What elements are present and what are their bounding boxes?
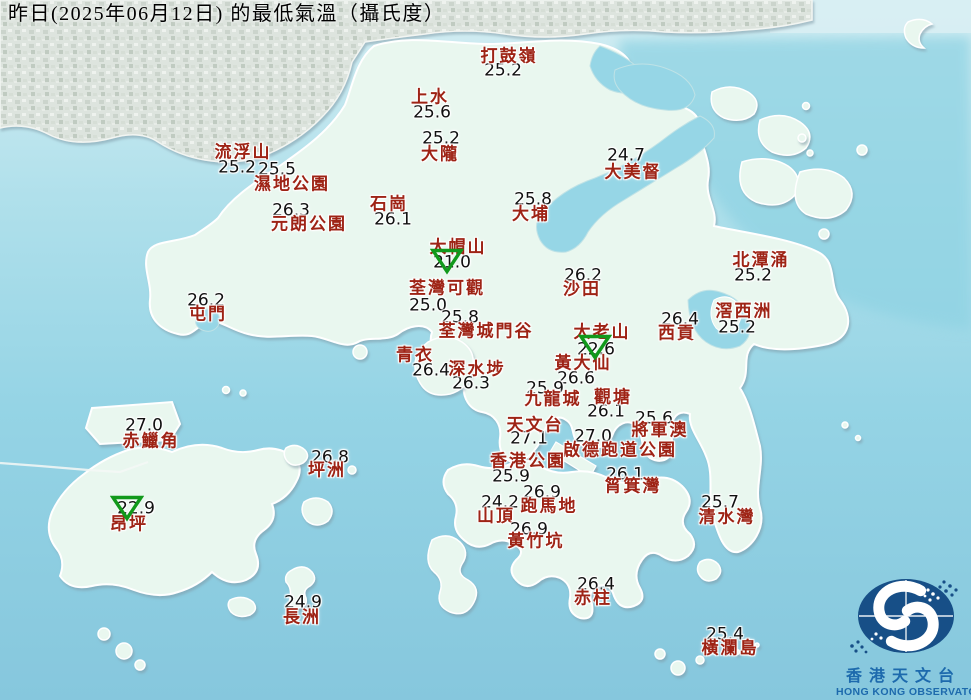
station-name: 石崗 (370, 194, 408, 214)
station-value: 25.6 (413, 102, 451, 123)
station-name: 觀塘 (594, 387, 632, 407)
station-name: 筲箕灣 (604, 476, 662, 496)
station-value: 25.2 (218, 157, 256, 178)
station-name: 坪洲 (308, 460, 346, 480)
station-name: 深水埗 (448, 359, 506, 379)
station-name: 元朗公園 (271, 214, 347, 234)
station-name: 天文台 (506, 415, 564, 435)
station-name: 大隴 (421, 144, 459, 164)
station-value: 26.1 (374, 209, 412, 230)
station-name: 流浮山 (214, 142, 272, 162)
station-name: 大美督 (604, 162, 662, 182)
station-name: 滘西洲 (715, 301, 773, 321)
station-name: 將軍澳 (631, 420, 689, 440)
station-name: 濕地公園 (254, 174, 330, 194)
station-name: 長洲 (283, 607, 321, 627)
station-name: 九龍城 (524, 389, 582, 409)
station-name: 黃竹坑 (507, 531, 565, 551)
station-name: 大埔 (512, 204, 550, 224)
hko-logo-chinese: 香港天文台 (845, 668, 961, 685)
station-name: 沙田 (563, 279, 601, 299)
station-name: 赤柱 (574, 588, 612, 608)
station-value: 25.2 (718, 317, 756, 338)
mountain-station-marker (577, 333, 613, 366)
station-value: 26.4 (412, 360, 450, 381)
station-name: 清水灣 (698, 507, 756, 527)
station-name: 荃灣可觀 (409, 278, 485, 298)
station-name: 青衣 (396, 345, 434, 365)
station-layer: 25.2 打鼓嶺 25.6 上水 25.2 大隴 25.2 流浮山 25.5 濕地公園 26.3 元朗… (0, 0, 971, 700)
station-name: 啟德跑道公園 (563, 440, 677, 460)
weather-map-page: 昨日(2025年06月12日) 的最低氣溫（攝氏度） 25.2 打鼓嶺 25.6 上水… (0, 0, 971, 700)
station-name: 赤鱲角 (122, 431, 180, 451)
station-name: 跑馬地 (520, 496, 578, 516)
station-name: 上水 (411, 87, 449, 107)
station-value: 25.2 (734, 265, 772, 286)
hko-logo-icon (850, 579, 958, 654)
station-name: 荃灣城門谷 (438, 321, 534, 341)
station-name: 屯門 (189, 304, 227, 324)
map-title: 昨日(2025年06月12日) 的最低氣溫（攝氏度） (8, 3, 446, 25)
hko-logo-english: HONG KONG OBSERVATORY (836, 685, 971, 698)
mountain-station-marker (429, 247, 465, 280)
station-name: 香港公園 (490, 451, 566, 471)
hko-logo: 香港天文台 HONG KONG OBSERVATORY (836, 570, 971, 700)
mountain-station-marker (109, 494, 145, 527)
station-name: 打鼓嶺 (480, 46, 538, 66)
station-name: 橫瀾島 (701, 638, 759, 658)
station-name: 西貢 (658, 323, 696, 343)
station-name: 北潭涌 (732, 250, 790, 270)
